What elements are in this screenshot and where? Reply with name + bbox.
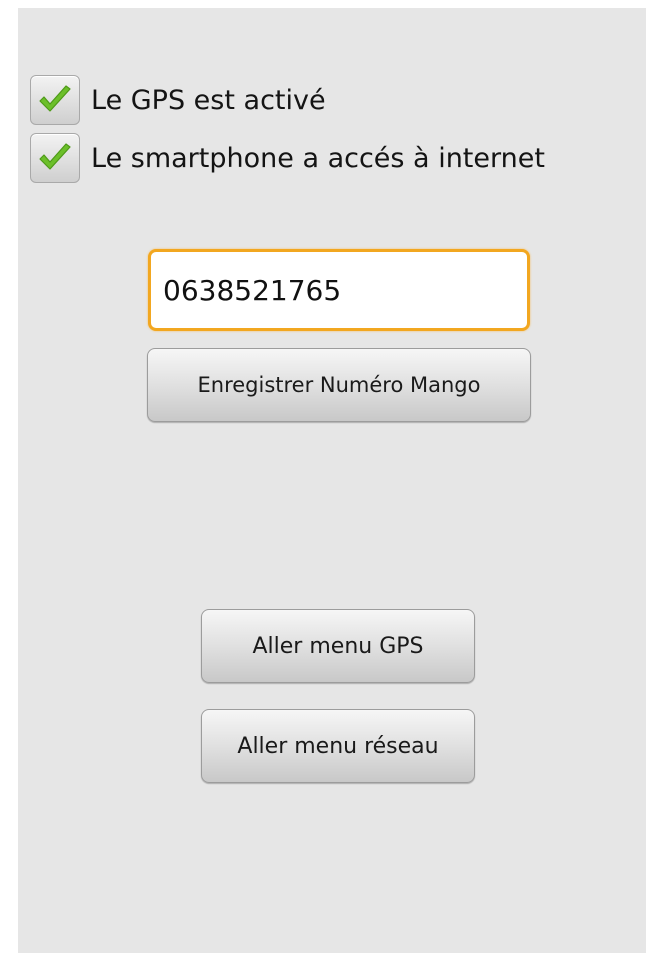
gps-enabled-label: Le GPS est activé (91, 84, 326, 116)
internet-access-checkbox[interactable] (30, 133, 80, 183)
internet-access-row[interactable]: Le smartphone a accés à internet (30, 132, 545, 184)
phone-number-input[interactable] (148, 249, 530, 331)
gps-menu-button[interactable]: Aller menu GPS (201, 609, 475, 683)
network-menu-button-label: Aller menu réseau (237, 733, 439, 759)
checkmark-icon (39, 85, 71, 112)
save-number-button-label: Enregistrer Numéro Mango (197, 373, 481, 397)
save-number-button[interactable]: Enregistrer Numéro Mango (147, 348, 531, 422)
checkmark-icon (39, 143, 71, 170)
gps-enabled-checkbox[interactable] (30, 75, 80, 125)
gps-enabled-row[interactable]: Le GPS est activé (30, 74, 326, 126)
gps-menu-button-label: Aller menu GPS (252, 633, 424, 659)
network-menu-button[interactable]: Aller menu réseau (201, 709, 475, 783)
app-screen: Le GPS est activé Le smartphone a accés … (18, 8, 646, 953)
internet-access-label: Le smartphone a accés à internet (91, 142, 545, 174)
